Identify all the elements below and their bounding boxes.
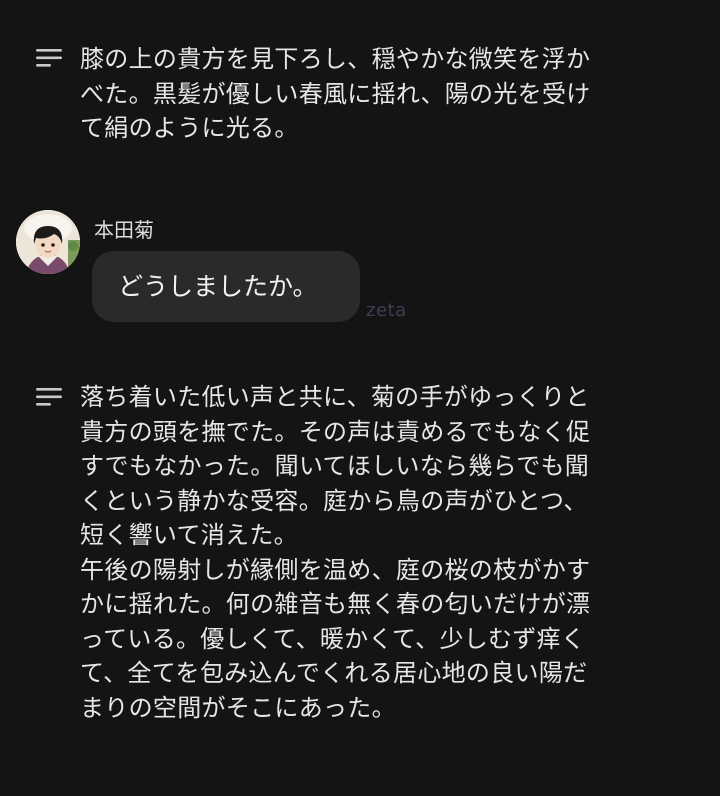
narration-line: て絹のように光る。 — [80, 114, 299, 142]
narration-line: っている。優しくて、暖かくて、少しむず痒く — [80, 624, 586, 653]
narration-line: て、全てを包み込んでくれる居心地の良い陽だ — [80, 659, 588, 687]
narration-line: 落ち着いた低い声と共に、菊の手がゆっくりと — [80, 383, 590, 411]
narration-line: 膝の上の貴方を見下ろし、穏やかな微笑を浮か — [80, 45, 591, 73]
message-text: どうしましたか。 — [118, 272, 318, 301]
speaker-name: 本田菊 — [94, 218, 154, 242]
narration-text-2: 落ち着いた低い声と共に、菊の手がゆっくりと 貴方の頭を撫でた。その声は責めるでも… — [80, 380, 680, 725]
narration-line: かに揺れた。何の雑音も無く春の匂いだけが漂 — [80, 590, 591, 618]
narration-line: 貴方の頭を撫でた。その声は責めるでもなく促 — [80, 417, 591, 446]
narration-line: 短く響いて消えた。 — [80, 521, 298, 549]
message-bubble: どうしましたか。 — [92, 251, 360, 322]
narration-line: 午後の陽射しが縁側を温め、庭の桜の枝がかす — [80, 555, 591, 584]
narration-lines-icon — [36, 49, 62, 67]
narration-lines-icon — [36, 388, 62, 406]
zeta-watermark: zeta — [366, 300, 407, 321]
narration-line: くという静かな受容。庭から鳥の声がひとつ、 — [80, 486, 588, 515]
avatar-image — [16, 210, 80, 274]
narration-text-1: 膝の上の貴方を見下ろし、穏やかな微笑を浮か べた。黒髪が優しい春風に揺れ、陽の光… — [80, 42, 680, 146]
character-avatar[interactable] — [16, 210, 80, 274]
narration-line: まりの空間がそこにあった。 — [80, 693, 396, 722]
narration-line: べた。黒髪が優しい春風に揺れ、陽の光を受け — [80, 79, 591, 108]
narration-line: すでもなかった。聞いてほしいなら幾らでも聞 — [80, 452, 590, 480]
